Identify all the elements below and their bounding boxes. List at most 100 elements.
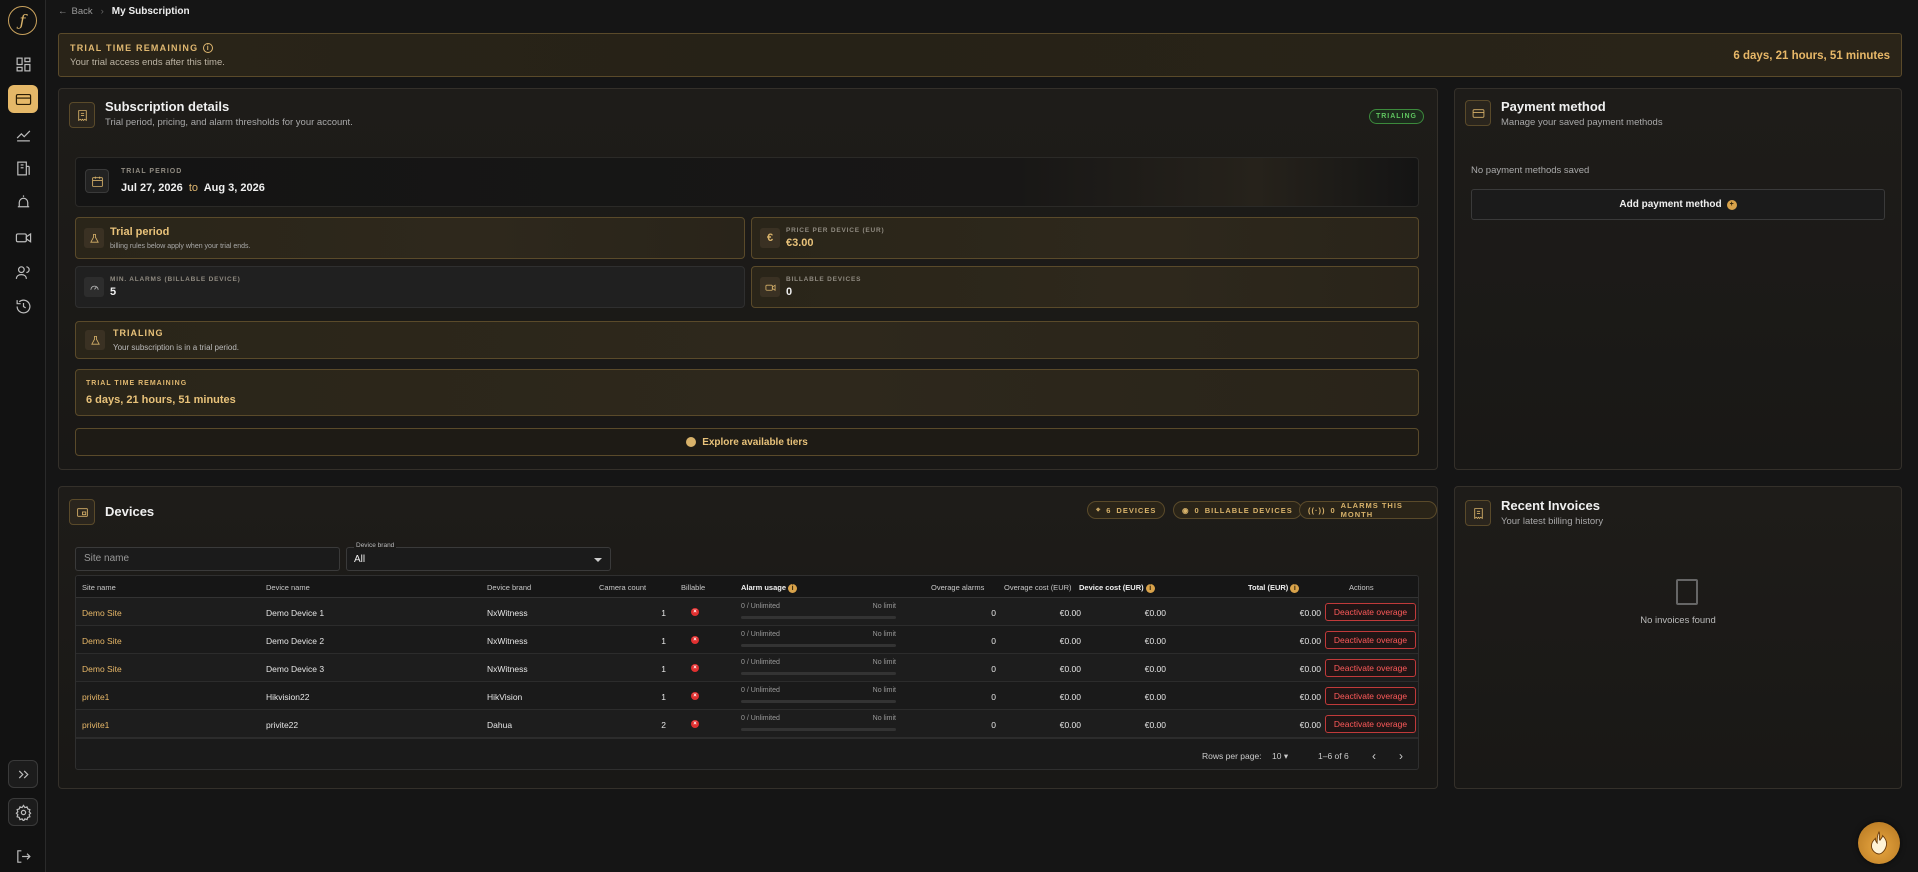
- trialing-title: TRIALING: [113, 328, 164, 338]
- invoice-icon: [1465, 500, 1491, 526]
- prev-page-icon[interactable]: ‹: [1372, 749, 1376, 763]
- trial-start-date: Jul 27, 2026: [121, 182, 183, 194]
- table-row[interactable]: Demo Site Demo Device 2 NxWitness 1 × 0 …: [76, 626, 1418, 654]
- trialing-status-panel: TRIALING Your subscription is in a trial…: [75, 321, 1419, 359]
- receipt-icon: [69, 102, 95, 128]
- not-billable-icon: ×: [691, 720, 699, 728]
- trial-banner-remaining: 6 days, 21 hours, 51 minutes: [1733, 50, 1890, 62]
- subscription-icon[interactable]: [8, 85, 38, 113]
- plan-subtitle: billing rules below apply when your tria…: [110, 243, 251, 250]
- trial-banner-subtitle: Your trial access ends after this time.: [70, 57, 225, 68]
- col-billable[interactable]: Billable: [681, 583, 705, 592]
- video-icon: [760, 277, 780, 297]
- device-brand-select[interactable]: Device brand All: [346, 542, 611, 571]
- flask-icon: [85, 330, 105, 350]
- coin-stack-icon: ◉: [1182, 505, 1190, 515]
- col-device-name[interactable]: Device name: [266, 583, 310, 592]
- settings-icon[interactable]: [8, 798, 38, 826]
- back-button[interactable]: ← Back: [58, 6, 93, 17]
- rows-per-page-select[interactable]: 10 ▾: [1272, 751, 1288, 762]
- min-alarms-label: MIN. ALARMS (BILLABLE DEVICE): [110, 276, 241, 283]
- usage-bar: [741, 672, 896, 675]
- explore-tiers-button[interactable]: Explore available tiers: [75, 428, 1419, 456]
- info-coin-icon: i: [1145, 584, 1155, 593]
- breadcrumb: ← Back › My Subscription: [58, 6, 190, 17]
- usage-bar: [741, 616, 896, 619]
- payment-title: Payment method: [1501, 99, 1606, 114]
- caret-down-icon: ▾: [1283, 751, 1289, 761]
- credit-card-icon: [1465, 100, 1491, 126]
- col-camera-count[interactable]: Camera count: [599, 583, 646, 592]
- min-alarms-value: 5: [110, 286, 117, 298]
- euro-icon: €: [760, 228, 780, 248]
- calendar-icon: [85, 169, 109, 193]
- empty-receipt-icon: [1676, 579, 1698, 605]
- site-name-input[interactable]: Site name: [75, 547, 340, 571]
- history-icon[interactable]: [8, 292, 38, 320]
- subscription-details-card: Subscription details Trial period, prici…: [58, 88, 1438, 470]
- gauge-icon: [84, 277, 104, 297]
- trial-period-label: TRIAL PERIOD: [121, 168, 183, 175]
- info-coin-icon: i: [1290, 584, 1300, 593]
- next-page-icon[interactable]: ›: [1399, 749, 1403, 763]
- table-row[interactable]: privite1 privite22 Dahua 2 × 0 / Unlimit…: [76, 710, 1418, 738]
- deactivate-overage-button[interactable]: Deactivate overage: [1325, 715, 1416, 733]
- col-actions: Actions: [1349, 583, 1374, 592]
- billable-devices-chip: ◉ 0 BILLABLE DEVICES: [1173, 501, 1302, 519]
- logout-icon[interactable]: [8, 842, 38, 870]
- expand-sidebar-icon[interactable]: [8, 760, 38, 788]
- col-total[interactable]: Total (EUR) i: [1248, 583, 1300, 593]
- camera-icon[interactable]: [8, 223, 38, 251]
- location-pin-icon: ⌖: [1096, 505, 1102, 514]
- table-row[interactable]: Demo Site Demo Device 1 NxWitness 1 × 0 …: [76, 598, 1418, 626]
- col-overage-alarms[interactable]: Overage alarms: [931, 583, 984, 592]
- info-coin-icon: i: [788, 584, 798, 593]
- deactivate-overage-button[interactable]: Deactivate overage: [1325, 659, 1416, 677]
- sidebar: ƒ: [0, 0, 46, 872]
- table-footer: Rows per page: 10 ▾ 1–6 of 6 ‹ ›: [76, 738, 1418, 769]
- sites-icon[interactable]: [8, 154, 38, 182]
- arrow-left-icon: ←: [58, 6, 68, 17]
- trial-remaining-panel: TRIAL TIME REMAINING 6 days, 21 hours, 5…: [75, 369, 1419, 416]
- add-payment-method-button[interactable]: Add payment method +: [1471, 189, 1885, 220]
- plan-tile: Trial period billing rules below apply w…: [75, 217, 745, 259]
- table-row[interactable]: Demo Site Demo Device 3 NxWitness 1 × 0 …: [76, 654, 1418, 682]
- info-icon[interactable]: i: [203, 43, 214, 53]
- flask-icon: [84, 228, 104, 248]
- price-label: PRICE PER DEVICE (EUR): [786, 227, 885, 234]
- col-device-brand[interactable]: Device brand: [487, 583, 531, 592]
- col-overage-cost[interactable]: Overage cost (EUR): [1004, 583, 1072, 592]
- app-logo[interactable]: ƒ: [8, 6, 37, 35]
- billable-devices-tile: BILLABLE DEVICES 0: [751, 266, 1419, 308]
- dashboard-icon[interactable]: [8, 50, 38, 78]
- price-tile: € PRICE PER DEVICE (EUR) €3.00: [751, 217, 1419, 259]
- trial-period-to: to: [188, 182, 199, 194]
- not-billable-icon: ×: [691, 608, 699, 616]
- deactivate-overage-button[interactable]: Deactivate overage: [1325, 631, 1416, 649]
- trial-remaining-label: TRIAL TIME REMAINING: [86, 380, 188, 387]
- deactivate-overage-button[interactable]: Deactivate overage: [1325, 603, 1416, 621]
- trialing-subtitle: Your subscription is in a trial period.: [113, 343, 239, 352]
- signal-icon: ((·)): [1308, 505, 1326, 515]
- not-billable-icon: ×: [691, 692, 699, 700]
- billable-devices-value: 0: [786, 286, 793, 298]
- devices-title: Devices: [105, 504, 155, 519]
- plan-title: Trial period: [110, 226, 170, 238]
- status-badge: TRIALING: [1368, 109, 1424, 124]
- col-device-cost[interactable]: Device cost (EUR) i: [1079, 583, 1155, 593]
- invoices-title: Recent Invoices: [1501, 498, 1600, 513]
- col-alarm-usage[interactable]: Alarm usage i: [741, 583, 798, 593]
- trial-end-date: Aug 3, 2026: [203, 182, 265, 194]
- device-brand-label: Device brand: [354, 542, 397, 549]
- alarm-icon[interactable]: [8, 188, 38, 216]
- not-billable-icon: ×: [691, 664, 699, 672]
- usage-bar: [741, 644, 896, 647]
- invoices-empty-text: No invoices found: [1640, 615, 1716, 626]
- flame-chat-button[interactable]: [1858, 822, 1900, 864]
- table-row[interactable]: privite1 Hikvision22 HikVision 1 × 0 / U…: [76, 682, 1418, 710]
- deactivate-overage-button[interactable]: Deactivate overage: [1325, 687, 1416, 705]
- recent-invoices-card: Recent Invoices Your latest billing hist…: [1454, 486, 1902, 789]
- users-icon[interactable]: [8, 258, 38, 286]
- col-site-name[interactable]: Site name: [82, 583, 116, 592]
- analytics-icon[interactable]: [8, 120, 38, 148]
